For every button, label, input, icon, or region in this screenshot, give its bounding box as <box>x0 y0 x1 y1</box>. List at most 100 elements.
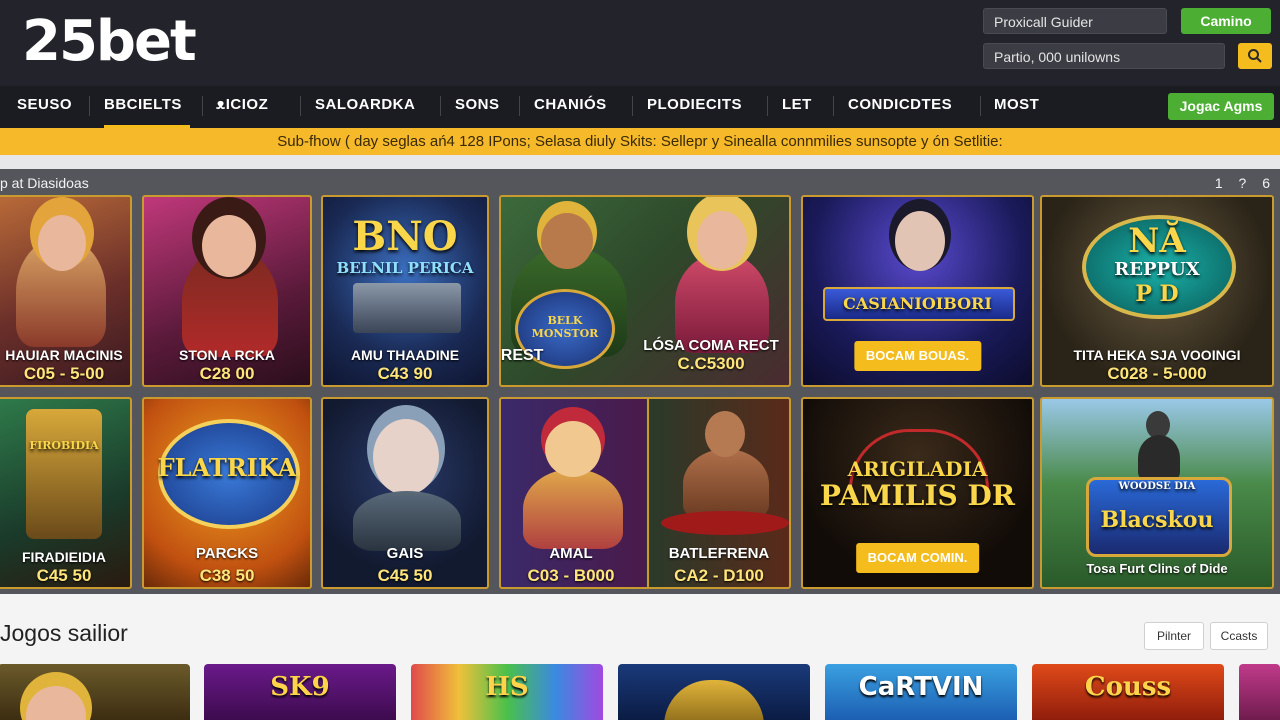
game-thumbnail[interactable]: CaRTVIN <box>825 664 1017 720</box>
game-card[interactable]: WOODSE DIA Blacskou Tosa Furt Clins of D… <box>1040 397 1274 589</box>
game-logo-subtext: WOODSE DIA <box>1118 481 1196 492</box>
nav-item[interactable]: PLODIECITS <box>647 86 742 128</box>
character-head <box>705 411 745 457</box>
game-card[interactable]: NĂ REPPUX P D TITA HEKA SJA VOOINGI C028… <box>1040 195 1274 387</box>
game-card[interactable]: ARIGILADIA PAMILIS DR BOCAM COMIN. <box>801 397 1034 589</box>
game-logo-subtext: REPPUX <box>1114 259 1200 280</box>
character-head <box>895 211 945 271</box>
game-title: LÓSA COMA RECT <box>643 337 779 354</box>
nav-separator <box>300 96 301 116</box>
main-nav: SEUSO BBCIELTS ᴥICIOZ SALOARDKA SONS CHA… <box>0 86 1280 128</box>
spacer-strip <box>0 155 1280 169</box>
game-card[interactable]: AMAL C03 - B000 BATLEFRENA CA2 - D100 <box>499 397 791 589</box>
character-head <box>26 686 86 720</box>
slot-machine-graphic <box>353 283 461 333</box>
game-card[interactable]: CASIANIOIBORI BOCAM BOUAS. <box>801 195 1034 387</box>
logo[interactable]: 25bet <box>22 6 197 78</box>
game-arch <box>664 680 764 720</box>
game-card[interactable]: FLATRIKA PARCKS C38 50 <box>142 397 312 589</box>
game-card[interactable]: STON A RCKA C28 00 <box>142 195 312 387</box>
game-logo-text: BNO <box>352 213 458 260</box>
character-figure <box>683 449 769 519</box>
nav-item[interactable]: ᴥICIOZ <box>216 86 268 128</box>
game-logo-text: Blacskou <box>1100 507 1214 533</box>
thumbnail-title: Couss <box>1084 672 1172 702</box>
nav-separator <box>632 96 633 116</box>
thumbnail-title: SK9 <box>270 672 330 702</box>
nav-item[interactable]: CHANIÓS <box>534 86 607 128</box>
game-thumbnail[interactable] <box>618 664 810 720</box>
nav-separator <box>440 96 441 116</box>
game-title: HAUIAR MACINIS <box>5 347 123 363</box>
game-price: CA2 - D100 <box>674 566 764 585</box>
nav-item-active[interactable]: BBCIELTS <box>104 86 190 128</box>
game-logo-text: ARIGILADIA <box>847 457 988 481</box>
table-graphic <box>661 511 789 535</box>
game-logo-subtext: P D <box>1135 281 1179 307</box>
game-logo-text: FLATRIKA <box>157 453 297 482</box>
character-head <box>38 215 86 271</box>
character-figure <box>1138 435 1180 481</box>
play-now-button[interactable]: Jogac Agms <box>1168 93 1274 120</box>
game-thumbnail[interactable]: HS <box>411 664 603 720</box>
nav-item[interactable]: LET <box>782 86 812 128</box>
nav-item[interactable]: SEUSO <box>17 86 72 128</box>
search-icon <box>1248 49 1262 63</box>
nav-item[interactable]: MOST <box>994 86 1039 128</box>
game-price: C38 50 <box>199 566 255 585</box>
thumbnail-title: CaRTVIN <box>858 672 984 702</box>
character-head <box>373 419 439 495</box>
search-button[interactable] <box>1238 43 1272 69</box>
game-price: C.C5300 <box>677 354 745 373</box>
game-card[interactable]: GAIS C45 50 <box>321 397 489 589</box>
game-thumbnail[interactable] <box>0 664 190 720</box>
game-price: C028 - 5-000 <box>1107 364 1207 383</box>
character-figure <box>353 491 461 551</box>
game-card[interactable]: BNO BELNIL PERICA AMU THAADINE C43 90 <box>321 195 489 387</box>
game-price: C45 50 <box>377 566 433 585</box>
game-logo-subtext: BELNIL PERICA <box>336 259 474 277</box>
game-title: TITA HEKA SJA VOOINGI <box>1073 347 1241 363</box>
password-input[interactable]: Partio, 000 unilowns <box>983 43 1225 69</box>
nav-separator <box>980 96 981 116</box>
sort-button[interactable]: Ccasts <box>1210 622 1268 650</box>
game-price: C45 50 <box>36 566 92 585</box>
nav-item[interactable]: SONS <box>455 86 500 128</box>
character-head <box>202 215 256 277</box>
game-thumbnail[interactable]: SK9 <box>204 664 396 720</box>
character-figure <box>523 469 623 549</box>
character-head <box>545 421 601 477</box>
nav-separator <box>89 96 90 116</box>
featured-games-panel: p at Diasidoas 1 ? 6 HAUIAR MACINIS C05 … <box>0 169 1280 594</box>
filter-button[interactable]: Pilnter <box>1144 622 1204 650</box>
nav-separator <box>519 96 520 116</box>
character-head <box>541 213 593 269</box>
game-title: STON A RCKA <box>179 347 275 363</box>
game-play-button[interactable]: BOCAM BOUAS. <box>853 341 982 371</box>
slot-machine-graphic <box>26 409 102 539</box>
nav-item[interactable]: SALOARDKA <box>315 86 415 128</box>
game-card[interactable]: FIROBIDIA FIRADIEIDIA C45 50 <box>0 397 132 589</box>
header: 25bet Proxicall Guider Camino Partio, 00… <box>0 0 1280 86</box>
login-button[interactable]: Camino <box>1181 8 1271 34</box>
section-title: Jogos sailior <box>0 620 128 646</box>
username-input[interactable]: Proxicall Guider <box>983 8 1167 34</box>
game-logo-text: CASIANIOIBORI <box>843 294 992 313</box>
thumbnail-title: HS <box>485 672 529 702</box>
promo-ticker[interactable]: Sub-fhow ( day seglas ań4 128 IPons; Sel… <box>0 128 1280 155</box>
game-title: BATLEFRENA <box>668 545 770 562</box>
game-title: PARCKS <box>195 545 259 562</box>
game-logo-text: NĂ <box>1128 221 1186 261</box>
game-title: Tosa Furt Clins of Dide <box>1086 561 1228 576</box>
nav-separator <box>767 96 768 116</box>
panel-pager[interactable]: 1 ? 6 <box>1215 175 1276 191</box>
game-thumbnail[interactable] <box>1239 664 1280 720</box>
game-price: C43 90 <box>377 364 433 383</box>
game-thumbnail[interactable]: Couss <box>1032 664 1224 720</box>
panel-title: p at Diasidoas <box>0 175 89 191</box>
game-play-button[interactable]: BOCAM COMIN. <box>855 543 980 573</box>
game-price: C05 - 5-00 <box>23 364 105 383</box>
nav-item[interactable]: CONDICDTES <box>848 86 952 128</box>
game-card[interactable]: BELK MONSTOR PRO PIREST LÓSA COMA RECT C… <box>499 195 791 387</box>
game-card[interactable]: HAUIAR MACINIS C05 - 5-00 <box>0 195 132 387</box>
